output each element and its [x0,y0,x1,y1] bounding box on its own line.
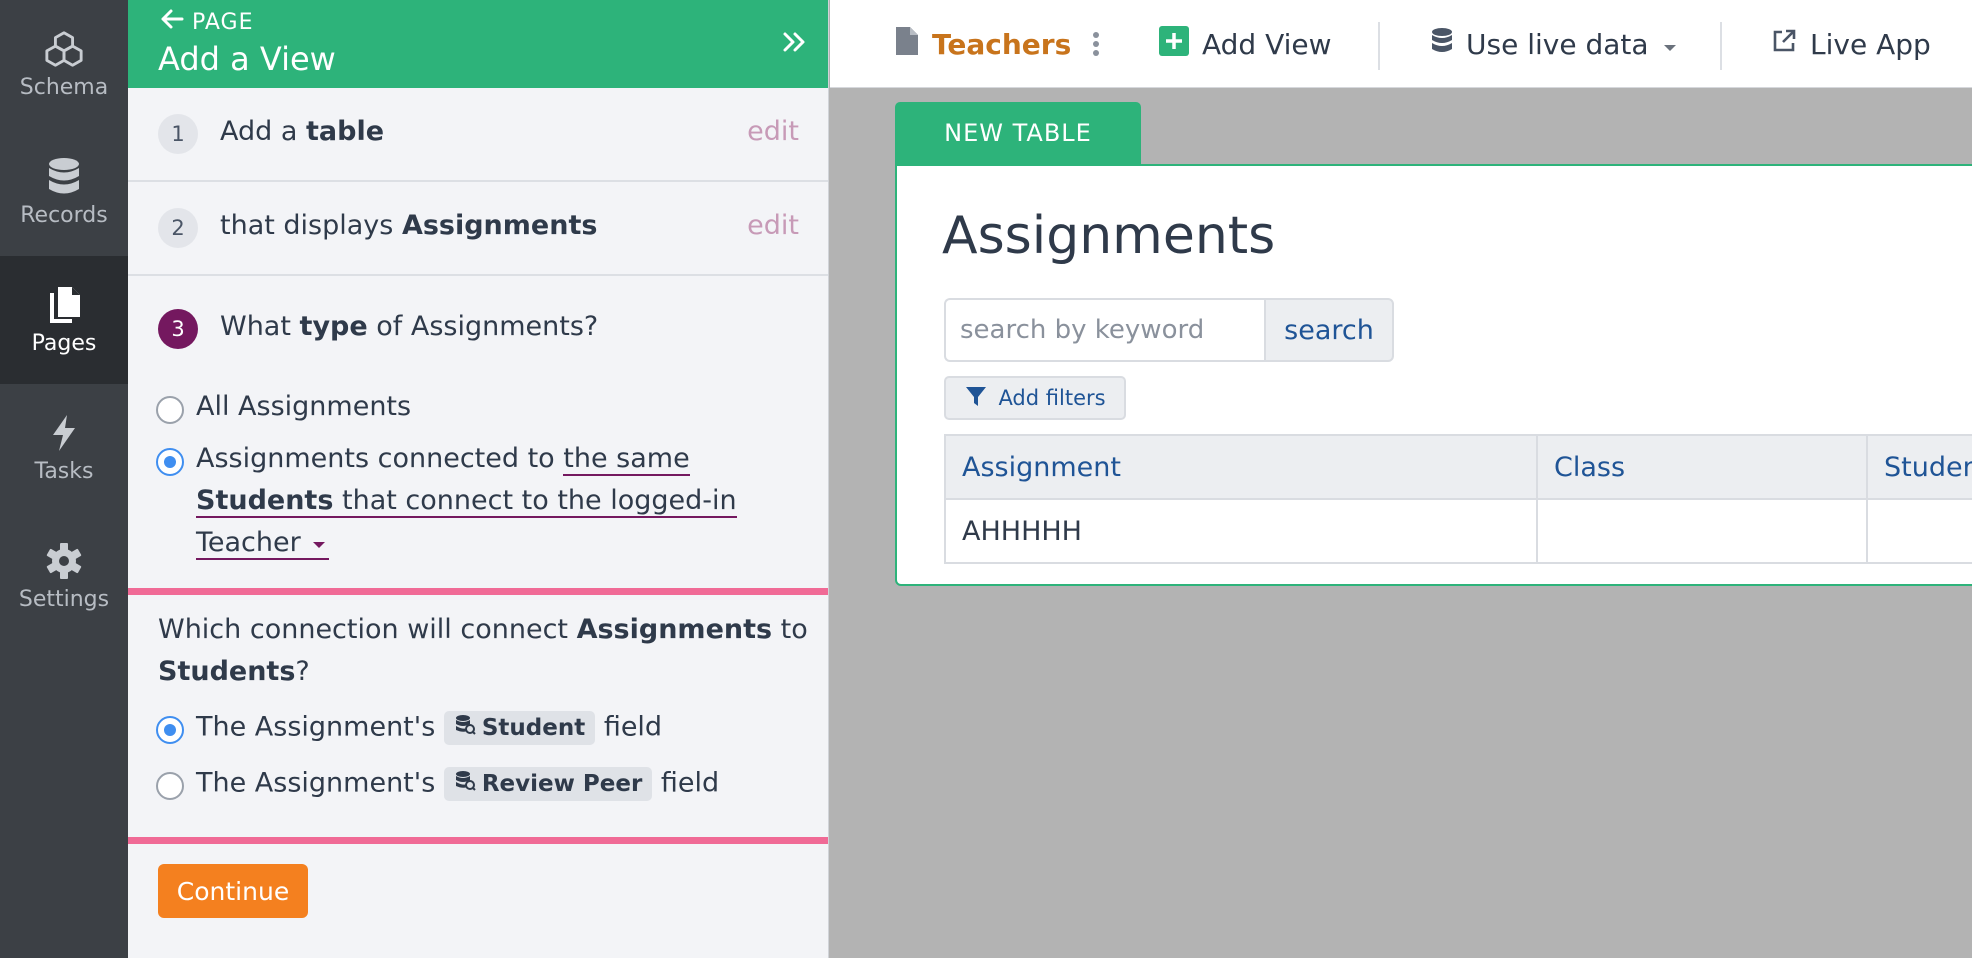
type-all-radio[interactable] [156,396,184,424]
step-2: 2 that displays Assignments edit [128,182,828,276]
table-row[interactable]: AHHHHH [944,498,1972,564]
add-view-panel: PAGE Add a View 1 Add a table edit 2 tha… [128,0,829,958]
filter-icon [964,384,988,413]
edit-step-1-link[interactable]: edit [747,116,799,147]
cubes-icon [44,29,84,69]
connection-question-line-2: Students? [158,656,310,687]
nav-item-pages[interactable]: Pages [0,256,128,384]
new-table-tab[interactable]: NEW TABLE [895,102,1141,164]
connection-path-select[interactable]: the same [563,443,690,476]
column-header-assignment[interactable]: Assignment [944,434,1538,500]
step-text: Add a table [220,116,385,147]
nav-item-records[interactable]: Records [0,128,128,256]
nav-item-tasks[interactable]: Tasks [0,384,128,512]
database-icon [44,157,84,197]
field-chip-student: Student [443,711,596,745]
continue-button[interactable]: Continue [158,864,308,918]
page-file-icon [894,25,920,64]
nav-label: Tasks [34,458,94,484]
panel-header: PAGE Add a View [128,0,828,88]
column-header-students[interactable]: Students [1866,434,1972,500]
step-number: 2 [158,208,198,248]
nav-label: Pages [31,330,97,356]
nav-label: Settings [18,586,110,612]
step-number-current: 3 [158,309,198,349]
type-connected-label[interactable]: Assignments connected to the same [196,443,690,476]
top-bar: Teachers Add View Use live data Live App [830,0,1972,88]
table-cell [1536,498,1868,564]
search-input[interactable] [944,298,1266,362]
connection-review-peer-label[interactable]: The Assignment's Review Peer field [196,767,719,801]
connection-field-icon [454,714,476,742]
connection-path-select-line-3[interactable]: Teacher [196,527,330,560]
arrow-left-icon [160,8,184,36]
table-cell: AHHHHH [944,498,1538,564]
search-button[interactable]: search [1264,298,1394,362]
live-app-link[interactable]: Live App [1770,0,1931,88]
records-table: Assignment Class Students AHHHHH [944,434,1972,564]
caret-down-icon [309,527,329,558]
table-view-card[interactable]: Assignments search Add filters Assignmen… [895,164,1972,586]
add-filters-button[interactable]: Add filters [944,376,1126,420]
connection-field-icon [454,770,476,798]
left-nav: Schema Records Pages Tasks Settings [0,0,128,958]
external-link-icon [1770,27,1798,62]
column-header-class[interactable]: Class [1536,434,1868,500]
back-to-page-link[interactable]: PAGE [160,8,253,36]
collapse-panel-icon[interactable] [779,26,811,58]
page-name-menu[interactable]: Teachers [894,0,1071,88]
type-all-label[interactable]: All Assignments [196,391,411,422]
use-live-data-dropdown[interactable]: Use live data [1430,0,1679,88]
type-connected-radio[interactable] [156,448,184,476]
step-text: that displays Assignments [220,210,598,241]
page-options-icon[interactable] [1092,0,1100,88]
connection-review-peer-radio[interactable] [156,772,184,800]
database-icon [1430,27,1454,62]
edit-step-2-link[interactable]: edit [747,210,799,241]
divider [1720,22,1722,70]
divider [1378,22,1380,70]
step-1: 1 Add a table edit [128,88,828,182]
nav-label: Schema [19,74,109,100]
connection-student-label[interactable]: The Assignment's Student field [196,711,662,745]
page-name: Teachers [932,27,1072,61]
view-title: Assignments [942,206,1276,266]
back-label: PAGE [192,9,254,35]
connection-student-radio[interactable] [156,716,184,744]
nav-item-settings[interactable]: Settings [0,512,128,640]
table-header-row: Assignment Class Students [944,434,1972,500]
pages-icon [44,285,84,325]
table-cell [1866,498,1972,564]
add-view-button[interactable]: Add View [1158,0,1332,88]
nav-label: Records [20,202,108,228]
bolt-icon [44,413,84,453]
connection-question-line-1: Which connection will connect Assignment… [158,614,808,645]
step-text: What type of Assignments? [220,311,599,342]
nav-item-schema[interactable]: Schema [0,0,128,128]
step-number: 1 [158,114,198,154]
gear-icon [44,541,84,581]
plus-square-icon [1158,25,1190,64]
panel-title: Add a View [158,40,336,78]
caret-down-icon [1661,28,1679,61]
field-chip-review-peer: Review Peer [443,767,653,801]
connection-path-select-line-2[interactable]: Students that connect to the logged-in [196,485,737,518]
